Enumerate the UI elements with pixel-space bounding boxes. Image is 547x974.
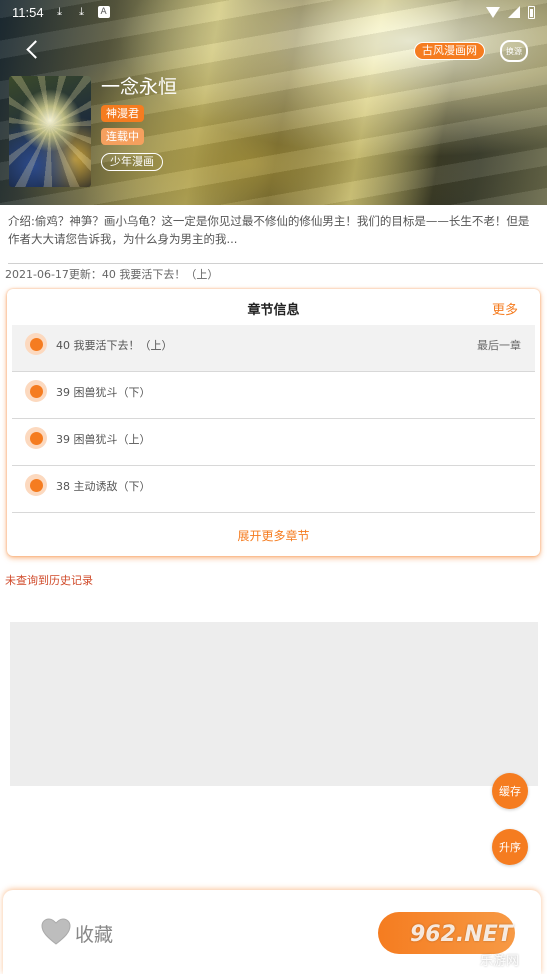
chapter-item[interactable]: 40 我要活下去！（上） 最后一章 — [12, 325, 535, 372]
comic-title: 一念永恒 — [101, 76, 178, 98]
chapter-item[interactable]: 39 困兽犹斗（下） — [12, 372, 535, 419]
status-time: 11:54 — [12, 4, 44, 20]
wifi-icon — [486, 6, 500, 18]
chapter-item[interactable]: 38 主动诱敌（下） — [12, 466, 535, 513]
chapter-name: 40 我要活下去！（上） — [56, 339, 173, 352]
chapter-card-title: 章节信息 — [247, 303, 300, 318]
source-site-button[interactable]: 古风漫画网 — [414, 42, 485, 60]
download-icon: ⤓ — [57, 5, 63, 18]
cache-button[interactable]: 缓存 — [492, 773, 528, 809]
site-watermark: 962.NET — [410, 922, 513, 947]
favorite-button[interactable]: 收藏 — [75, 920, 113, 947]
battery-icon — [528, 5, 535, 19]
chapter-item[interactable]: 39 困兽犹斗（上） — [12, 419, 535, 466]
chapter-info-card: 章节信息 更多 40 我要活下去！（上） 最后一章 39 困兽犹斗（下） 39 … — [7, 289, 540, 556]
chapter-list: 40 我要活下去！（上） 最后一章 39 困兽犹斗（下） 39 困兽犹斗（上） … — [12, 325, 535, 513]
chapter-dot-icon — [25, 380, 47, 402]
chapter-dot-icon — [25, 474, 47, 496]
comic-cover-image — [9, 76, 91, 187]
update-info: 2021-06-17更新：40 我要活下去！（上） — [5, 268, 219, 281]
back-button[interactable] — [20, 36, 48, 64]
history-status: 未查询到历史记录 — [5, 574, 93, 587]
comic-intro: 介绍:偷鸡？神笋？画小乌龟？这一定是你见过最不修仙的修仙男主！我们的目标是——长… — [8, 214, 530, 246]
more-chapters-button[interactable]: 更多 — [492, 299, 518, 318]
ad-placeholder — [10, 622, 538, 786]
download-icon: ⤓ — [79, 5, 85, 18]
chapter-name: 39 困兽犹斗（下） — [56, 386, 151, 399]
divider — [8, 263, 543, 264]
chapter-dot-icon — [25, 427, 47, 449]
status-bar: 11:54 ⤓ ⤓ A — [0, 0, 547, 24]
latest-chapter-tag: 最后一章 — [477, 339, 521, 352]
notification-a-icon: A — [97, 6, 110, 18]
expand-chapters-button[interactable]: 展开更多章节 — [7, 527, 540, 544]
chapter-name: 38 主动诱敌（下） — [56, 480, 151, 493]
author-tag[interactable]: 神漫君 — [101, 105, 144, 122]
genre-tag[interactable]: 少年漫画 — [101, 153, 163, 171]
heart-icon[interactable] — [41, 918, 71, 946]
switch-source-icon[interactable]: 换源 — [500, 40, 528, 62]
status-tag: 连载中 — [101, 128, 144, 145]
signal-icon — [508, 6, 520, 18]
site-watermark-sub: 乐游网 — [480, 954, 520, 969]
chapter-dot-icon — [25, 333, 47, 355]
sort-order-button[interactable]: 升序 — [492, 829, 528, 865]
chapter-name: 39 困兽犹斗（上） — [56, 433, 151, 446]
